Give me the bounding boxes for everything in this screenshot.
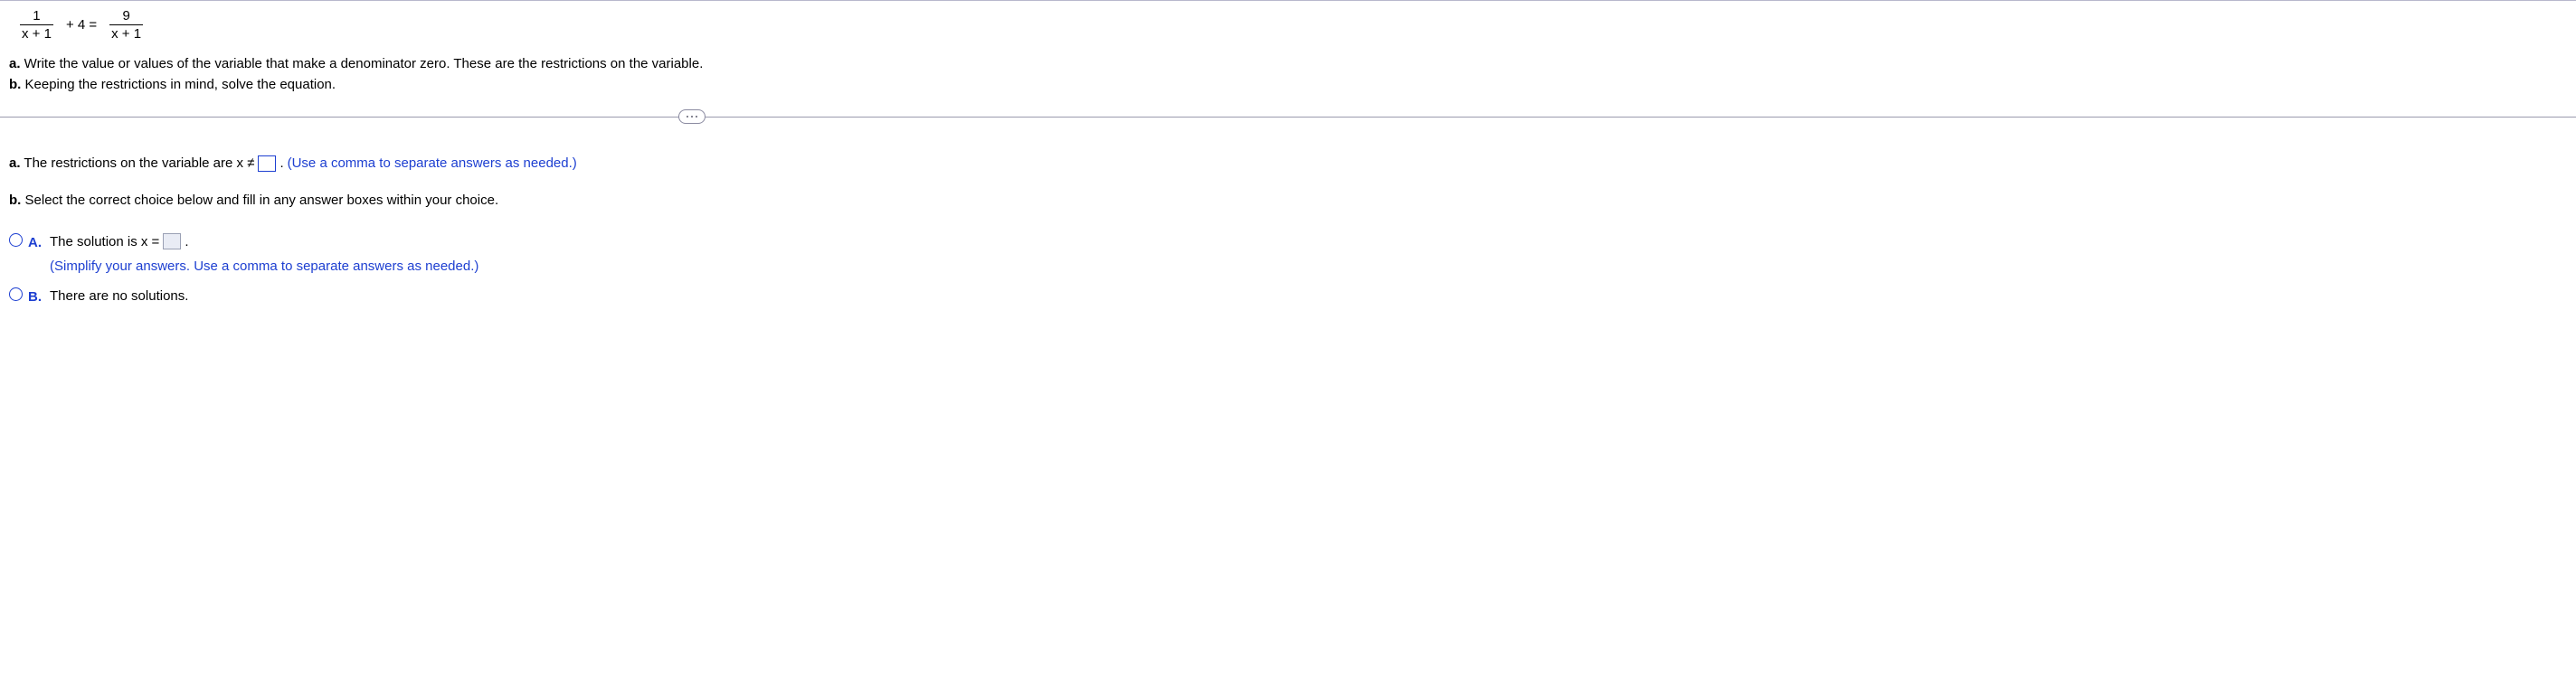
solution-input[interactable] — [163, 233, 181, 249]
choice-b-row: B. There are no solutions. — [9, 286, 2576, 307]
instruction-b-label: b. — [9, 77, 21, 92]
frac1-numerator: 1 — [31, 8, 42, 24]
equation-middle: + 4 = — [62, 17, 100, 33]
instruction-a-text: Write the value or values of the variabl… — [21, 56, 704, 71]
choice-b-letter: B. — [28, 286, 43, 307]
ellipsis-icon — [687, 116, 697, 118]
choice-b-radio[interactable] — [9, 287, 23, 301]
choice-a-row: A. The solution is x = . (Simplify your … — [9, 231, 2576, 277]
expand-pill[interactable] — [678, 109, 706, 124]
choice-a-posttext: . — [185, 231, 188, 252]
choice-a-pretext: The solution is x = — [50, 231, 159, 252]
choice-a-letter: A. — [28, 231, 43, 253]
instruction-a-label: a. — [9, 56, 21, 71]
part-b-text: Select the correct choice below and fill… — [21, 193, 498, 208]
choice-a-radio[interactable] — [9, 233, 23, 247]
restriction-input[interactable] — [258, 155, 276, 172]
part-a-posttext: . — [279, 153, 283, 174]
section-divider — [0, 108, 2576, 126]
choice-b-text: There are no solutions. — [50, 286, 188, 306]
part-a-answer-line: a. The restrictions on the variable are … — [9, 153, 2576, 174]
part-b-instruction: b. Select the correct choice below and f… — [9, 190, 2576, 211]
frac1-denominator: x + 1 — [20, 26, 53, 42]
instruction-b-text: Keeping the restrictions in mind, solve … — [21, 77, 336, 92]
instructions-block: a. Write the value or values of the vari… — [0, 50, 2576, 108]
part-a-label: a. — [9, 155, 21, 171]
frac2-numerator: 9 — [120, 8, 131, 24]
frac2-denominator: x + 1 — [109, 26, 143, 42]
part-b-label: b. — [9, 193, 21, 208]
choice-a-hint: (Simplify your answers. Use a comma to s… — [50, 256, 478, 277]
equation-display: 1 x + 1 + 4 = 9 x + 1 — [0, 1, 2576, 50]
part-a-hint: (Use a comma to separate answers as need… — [288, 153, 577, 174]
part-a-pretext: The restrictions on the variable are x ≠ — [21, 155, 255, 171]
fraction-1: 1 x + 1 — [20, 8, 53, 42]
fraction-2: 9 x + 1 — [109, 8, 143, 42]
